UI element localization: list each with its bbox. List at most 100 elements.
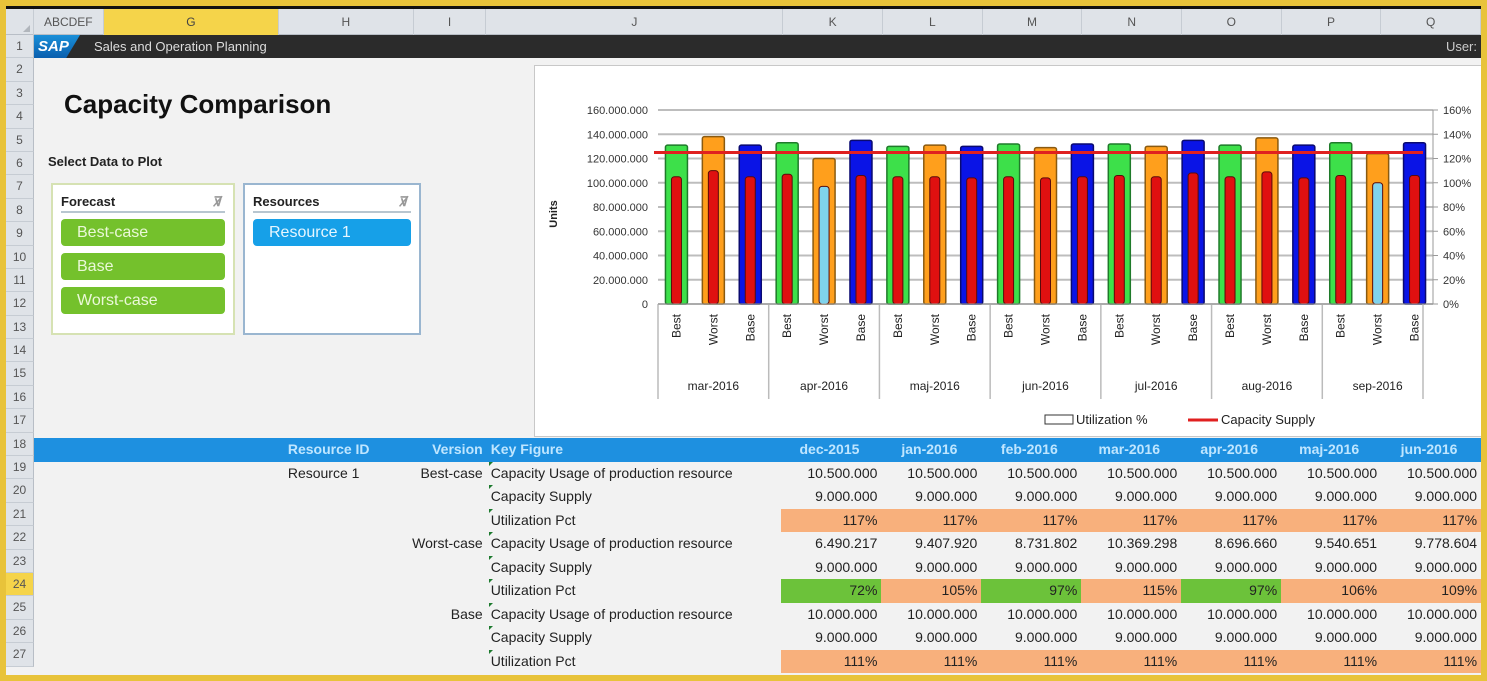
clear-filter-icon[interactable]: ⊽̸ xyxy=(399,191,409,213)
value-cell[interactable]: 9.407.920 xyxy=(881,532,981,556)
blank-cell[interactable] xyxy=(34,485,286,509)
version-cell[interactable] xyxy=(401,650,489,674)
row-header-23[interactable]: 23 xyxy=(6,549,34,573)
select-all-corner[interactable] xyxy=(6,9,34,35)
value-cell[interactable]: 111% xyxy=(1181,649,1282,673)
blank-cell[interactable] xyxy=(34,626,286,650)
version-cell[interactable] xyxy=(401,509,489,533)
value-cell[interactable]: 109% xyxy=(1381,579,1481,603)
value-cell[interactable]: 8.731.802 xyxy=(981,532,1081,556)
blank-cell[interactable] xyxy=(34,603,286,627)
value-cell[interactable]: 9.000.000 xyxy=(981,556,1081,580)
value-cell[interactable]: 117% xyxy=(981,508,1082,532)
value-cell[interactable]: 97% xyxy=(981,579,1082,603)
value-cell[interactable]: 105% xyxy=(881,579,982,603)
key-figure-cell[interactable]: Capacity Usage of production resource xyxy=(488,602,782,627)
row-header-26[interactable]: 26 xyxy=(6,619,34,644)
value-cell[interactable]: 9.000.000 xyxy=(781,556,881,580)
blank-cell[interactable] xyxy=(34,462,286,486)
resource-id-cell[interactable] xyxy=(286,626,401,650)
row-header-25[interactable]: 25 xyxy=(6,596,34,620)
value-cell[interactable]: 6.490.217 xyxy=(781,532,881,556)
value-cell[interactable]: 10.500.000 xyxy=(1181,462,1281,486)
header-month-feb-2016[interactable]: feb-2016 xyxy=(981,438,1081,462)
resource-id-cell[interactable] xyxy=(286,485,401,509)
value-cell[interactable]: 111% xyxy=(881,649,982,673)
value-cell[interactable]: 9.000.000 xyxy=(1181,556,1281,580)
value-cell[interactable]: 117% xyxy=(1181,508,1282,532)
header-version[interactable]: Version xyxy=(401,438,489,462)
row-header-20[interactable]: 20 xyxy=(6,479,34,503)
value-cell[interactable]: 9.000.000 xyxy=(881,626,981,650)
row-header-13[interactable]: 13 xyxy=(6,315,34,340)
value-cell[interactable]: 10.000.000 xyxy=(1381,603,1481,627)
value-cell[interactable]: 10.500.000 xyxy=(981,462,1081,486)
clear-filter-icon[interactable]: ⊽̸ xyxy=(213,191,223,213)
version-cell[interactable] xyxy=(401,626,489,650)
row-header-12[interactable]: 12 xyxy=(6,292,34,316)
value-cell[interactable]: 9.000.000 xyxy=(781,485,881,509)
value-cell[interactable]: 9.000.000 xyxy=(1381,556,1481,580)
key-figure-cell[interactable]: Utilization Pct xyxy=(488,508,782,533)
blank-cell[interactable] xyxy=(34,532,286,556)
value-cell[interactable]: 111% xyxy=(1081,649,1182,673)
row-header-1[interactable]: 1 xyxy=(6,35,34,59)
value-cell[interactable]: 10.369.298 xyxy=(1081,532,1181,556)
header-month-jun-2016[interactable]: jun-2016 xyxy=(1381,438,1481,462)
value-cell[interactable]: 10.000.000 xyxy=(1181,603,1281,627)
header-resource-id[interactable]: Resource ID xyxy=(286,438,401,462)
row-header-9[interactable]: 9 xyxy=(6,222,34,246)
row-header-17[interactable]: 17 xyxy=(6,409,34,433)
value-cell[interactable]: 9.778.604 xyxy=(1381,532,1481,556)
column-header-m[interactable]: M xyxy=(983,9,1083,35)
value-cell[interactable]: 10.000.000 xyxy=(781,603,881,627)
blank-cell[interactable] xyxy=(34,579,286,603)
row-header-2[interactable]: 2 xyxy=(6,58,34,82)
value-cell[interactable]: 9.000.000 xyxy=(981,626,1081,650)
value-cell[interactable]: 111% xyxy=(981,649,1082,673)
value-cell[interactable]: 9.000.000 xyxy=(1081,556,1181,580)
row-header-15[interactable]: 15 xyxy=(6,362,34,386)
value-cell[interactable]: 9.000.000 xyxy=(981,485,1081,509)
column-header-q[interactable]: Q xyxy=(1381,9,1481,35)
row-header-11[interactable]: 11 xyxy=(6,268,34,293)
value-cell[interactable]: 9.000.000 xyxy=(881,485,981,509)
row-header-14[interactable]: 14 xyxy=(6,339,34,363)
resource-id-cell[interactable] xyxy=(286,556,401,580)
value-cell[interactable]: 10.500.000 xyxy=(1281,462,1381,486)
key-figure-cell[interactable]: Capacity Supply xyxy=(488,555,782,580)
row-header-10[interactable]: 10 xyxy=(6,245,34,269)
row-header-4[interactable]: 4 xyxy=(6,105,34,129)
column-header-l[interactable]: L xyxy=(883,9,983,35)
value-cell[interactable]: 9.000.000 xyxy=(1281,556,1381,580)
value-cell[interactable]: 9.000.000 xyxy=(1381,626,1481,650)
value-cell[interactable]: 9.000.000 xyxy=(881,556,981,580)
capacity-chart[interactable]: 0 20.000.000 40.000.000 60.000.000 80.000.00… xyxy=(534,65,1481,437)
blank-cell[interactable] xyxy=(34,650,286,674)
column-header-n[interactable]: N xyxy=(1082,9,1182,35)
row-header-21[interactable]: 21 xyxy=(6,502,34,527)
version-cell[interactable] xyxy=(401,556,489,580)
blank-cell[interactable] xyxy=(34,556,286,580)
value-cell[interactable]: 117% xyxy=(1081,508,1182,532)
value-cell[interactable]: 10.500.000 xyxy=(1081,462,1181,486)
value-cell[interactable]: 111% xyxy=(1381,649,1481,673)
resource-id-cell[interactable] xyxy=(286,603,401,627)
value-cell[interactable]: 10.500.000 xyxy=(1381,462,1481,486)
row-header-7[interactable]: 7 xyxy=(6,175,34,199)
column-header-o[interactable]: O xyxy=(1182,9,1282,35)
version-cell[interactable] xyxy=(401,579,489,603)
value-cell[interactable]: 117% xyxy=(1281,508,1382,532)
value-cell[interactable]: 117% xyxy=(781,508,882,532)
key-figure-cell[interactable]: Capacity Usage of production resource xyxy=(488,461,782,486)
row-header-19[interactable]: 19 xyxy=(6,456,34,480)
column-header-h[interactable]: H xyxy=(279,9,414,35)
value-cell[interactable]: 10.500.000 xyxy=(781,462,881,486)
value-cell[interactable]: 9.000.000 xyxy=(1281,485,1381,509)
column-header-i[interactable]: I xyxy=(414,9,487,35)
value-cell[interactable]: 8.696.660 xyxy=(1181,532,1281,556)
key-figure-cell[interactable]: Utilization Pct xyxy=(488,649,782,674)
value-cell[interactable]: 117% xyxy=(881,508,982,532)
row-header-5[interactable]: 5 xyxy=(6,128,34,152)
value-cell[interactable]: 111% xyxy=(1281,649,1382,673)
